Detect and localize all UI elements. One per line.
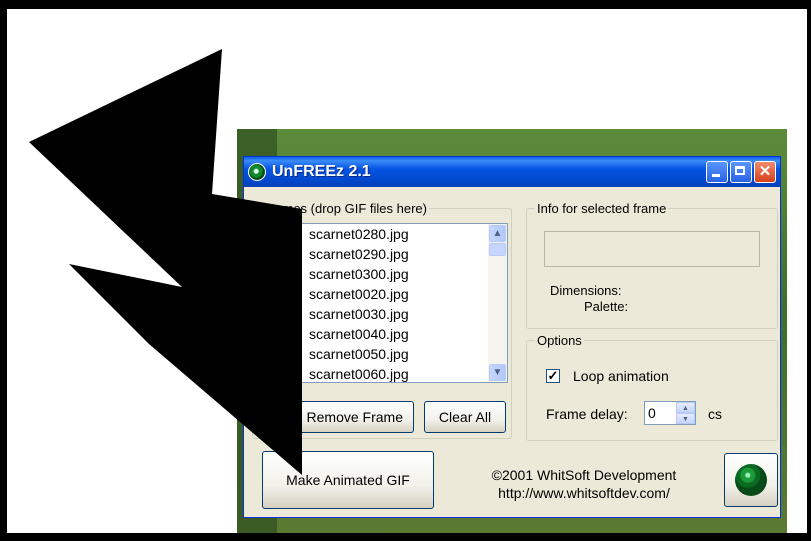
title-bar[interactable]: UnFREEz 2.1 ✕	[244, 157, 780, 187]
scroll-down-icon[interactable]: ▼	[489, 364, 506, 381]
info-display	[544, 231, 760, 267]
loop-animation-label: Loop animation	[573, 368, 669, 384]
logo-orb-icon	[735, 464, 767, 496]
list-item[interactable]: scarnet0300.jpg	[309, 266, 409, 282]
frame-delay-label: Frame delay:	[546, 406, 628, 422]
window-title: UnFREEz 2.1	[272, 163, 371, 180]
close-button[interactable]: ✕	[754, 161, 776, 183]
copyright-text: ©2001 WhitSoft Development	[491, 467, 677, 483]
unfreez-window: UnFREEz 2.1 ✕ Frames (drop GIF files her…	[243, 156, 781, 518]
list-item[interactable]: scarnet0060.jpg	[309, 366, 409, 382]
maximize-button[interactable]	[730, 161, 752, 183]
info-legend: Info for selected frame	[537, 201, 667, 216]
dimensions-label: Dimensions:	[550, 283, 622, 298]
list-item[interactable]: scarnet0280.jpg	[309, 226, 409, 242]
minimize-button[interactable]	[706, 161, 728, 183]
app-icon	[248, 163, 266, 181]
frames-listbox[interactable]: scarnet0280.jpg scarnet0290.jpg scarnet0…	[266, 223, 508, 383]
palette-label: Palette:	[584, 299, 629, 314]
scroll-thumb[interactable]	[489, 243, 506, 256]
frames-legend: Frames (drop GIF files here)	[263, 201, 427, 216]
frame-delay-spinner[interactable]: ▲ ▼	[676, 402, 695, 424]
spin-down-icon[interactable]: ▼	[676, 413, 695, 424]
list-item[interactable]: scarnet0290.jpg	[309, 246, 409, 262]
list-item[interactable]: scarnet0050.jpg	[309, 346, 409, 362]
website-url: http://www.whitsoftdev.com/	[498, 485, 670, 501]
list-item[interactable]: scarnet0030.jpg	[309, 306, 409, 322]
make-animated-gif-button[interactable]: Make Animated GIF	[262, 451, 434, 509]
loop-animation-checkbox[interactable]: ✓	[546, 369, 560, 383]
list-scrollbar[interactable]: ▲ ▼	[488, 224, 507, 382]
screenshot-frame: UnFREEz 2.1 ✕ Frames (drop GIF files her…	[7, 9, 807, 533]
spin-up-icon[interactable]: ▲	[676, 402, 695, 413]
close-icon: ✕	[758, 163, 772, 180]
list-item[interactable]: scarnet0020.jpg	[309, 286, 409, 302]
whitsoft-logo-button[interactable]	[724, 453, 778, 507]
delay-unit-label: cs	[708, 406, 722, 422]
clear-all-button[interactable]: Clear All	[424, 401, 506, 433]
list-item[interactable]: scarnet0040.jpg	[309, 326, 409, 342]
remove-frame-button[interactable]: Remove Frame	[254, 401, 414, 433]
scroll-up-icon[interactable]: ▲	[489, 225, 506, 242]
options-legend: Options	[537, 333, 582, 348]
